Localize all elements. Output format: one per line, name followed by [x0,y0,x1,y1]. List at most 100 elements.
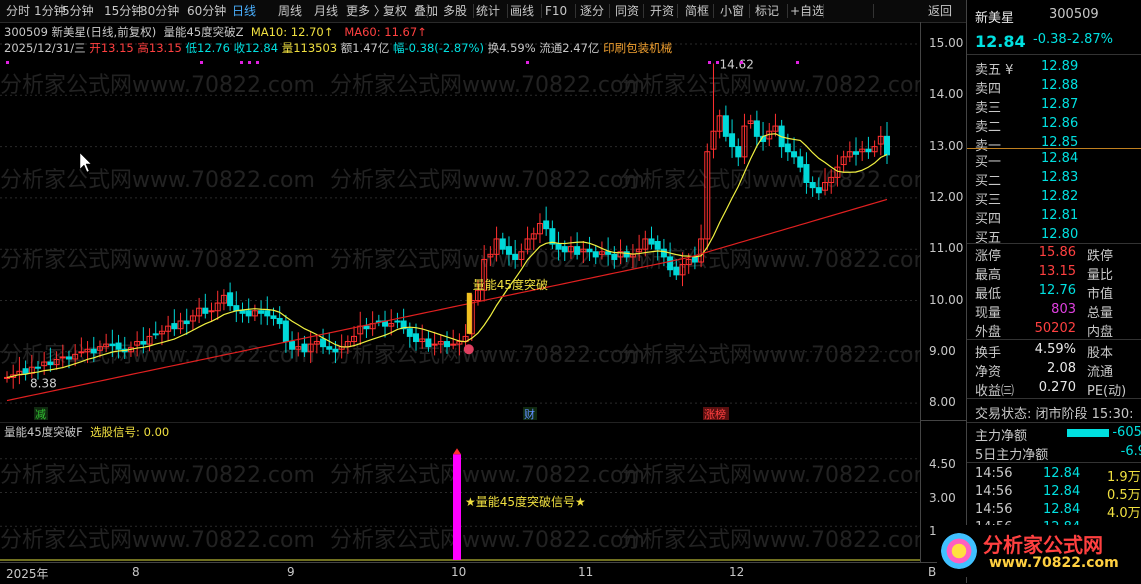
bid-row: 买一 12.84 [967,150,1141,170]
marker-dot [740,61,743,64]
toolbar-item[interactable]: 5分钟 [62,3,94,19]
toolbar-item[interactable]: 逐分 [580,3,604,19]
stat-label: 市值 [1087,287,1114,302]
candlestick-chart[interactable]: 分析家公式网www.70822.com 分析家公式网www.70822.com分析… [0,22,920,420]
ask-price: 12.88 [1041,78,1079,93]
stat-value: 13.15 [1038,264,1076,279]
candle-body [505,246,512,255]
toolbar-item[interactable]: 多股 [443,3,467,19]
price-tick-label: 10.00 [929,292,964,307]
toolbar-divider [643,4,644,18]
ma60-line [6,198,888,402]
candle-body [499,238,506,250]
watermark-text: 分析家公式网www.70822.com [330,73,645,98]
candle-body [394,320,401,323]
toolbar-item[interactable]: 更多 〉 [346,3,386,19]
stock-change-pct: -2.87% [1067,32,1113,47]
tick-time: 14:56 [975,484,1013,499]
bid-price: 12.80 [1041,227,1079,242]
toolbar-divider [575,4,576,18]
tick-row: 14:56 12.84 4.0万 [967,501,1141,521]
ask-label: 卖三 [975,101,1002,116]
toolbar-item[interactable]: 30分钟 [140,3,179,19]
candle-body [78,351,85,354]
bid-ask-divider [967,148,1141,149]
indicator-name[interactable]: 量能45度突破Z [164,25,244,39]
watermark-text: 分析家公式网www.70822.com [0,168,315,193]
toolbar-item[interactable]: 叠加 [414,3,438,19]
toolbar-item[interactable]: 1分钟 [34,3,66,19]
stat-label: 跌停 [1087,249,1114,264]
watermark-logo: 分析家公式网 www.70822.com [937,525,1141,577]
stat-label: 外盘 [975,325,1002,340]
candle-body [282,320,289,343]
stat-label: 涨停 [975,249,1002,264]
marker-dot [240,61,243,64]
toolbar-item[interactable]: 60分钟 [187,3,226,19]
watermark-text: 分析家公式网www.70822.com [330,463,645,488]
signal-indicator-chart[interactable]: 分析家公式网www.70822.com 分析家公式网www.70822.com分析… [0,422,920,562]
fund-bar [1067,429,1109,437]
candle-body [660,248,667,258]
candle-body [227,292,234,307]
watermark-text: 分析家公式网www.70822.com [620,343,920,368]
candle-body [65,356,72,360]
bid-label: 买四 [975,212,1002,227]
toolbar-divider [541,4,542,18]
date-tick-label: B [928,565,937,579]
toolbar-item[interactable]: 返回 [928,3,952,19]
candle-body [784,143,791,153]
candle-body [258,310,265,314]
ask-row: 卖五 ¥ 12.89 [967,58,1141,78]
fund-label[interactable]: 5日主力净额 [975,444,1048,463]
ask-label: 卖五 ¥ [975,63,1014,78]
tick-price: 12.84 [1043,466,1081,481]
event-tag-label: 涨榜 [704,407,726,420]
toolbar-item[interactable]: +自选 [790,3,824,19]
fund-label[interactable]: 主力净额 [975,425,1027,444]
toolbar-item[interactable]: 开资 [650,3,674,19]
toolbar-item[interactable]: 复权 [383,3,407,19]
toolbar-item[interactable]: 分时 [6,3,30,19]
toolbar-item[interactable]: 同资 [615,3,639,19]
toolbar-item[interactable]: F10 [545,3,567,19]
watermark-text: 分析家公式网www.70822.com [0,463,315,488]
toolbar-item[interactable]: 月线 [314,3,338,19]
candle-body [673,266,680,276]
candle-body [512,253,519,260]
candle-body [444,341,450,348]
toolbar-item[interactable]: 小窗 [720,3,744,19]
candle-body [592,251,599,258]
watermark-text: 分析家公式网www.70822.com [330,343,645,368]
fund-row: 主力净额 -605. [967,424,1141,444]
stat-row: 最高 13.15 量比 [967,263,1141,283]
toolbar-item[interactable]: 周线 [278,3,302,19]
candle-body [809,182,816,189]
stat-label: 换手 [975,346,1002,361]
tick-time: 14:56 [975,502,1013,517]
toolbar-item[interactable]: 统计 [476,3,500,19]
stock-price: 12.84 [975,32,1026,51]
stat-label: 流通 [1087,365,1114,380]
candle-body [561,246,568,253]
candle-body [853,151,860,155]
toolbar-item[interactable]: 15分钟 [104,3,143,19]
watermark-text: 分析家公式网www.70822.com [0,343,315,368]
stat-label: 最高 [975,268,1002,283]
toolbar-item[interactable]: 标记 [755,3,779,19]
divider [967,54,1141,55]
bar-float: 流通2.47亿 [539,41,600,55]
industry-tag[interactable]: 印刷包装机械 [603,41,672,55]
stock-name: 新美星 [975,11,1015,26]
toolbar-item[interactable]: 简框 [685,3,709,19]
stat-label: 最低 [975,287,1002,302]
stat-row: 外盘 50202 内盘 [967,320,1141,340]
toolbar-item[interactable]: 画线 [510,3,534,19]
chart-title: 300509 新美星(日线,前复权) [4,25,157,39]
sub-indicator-name[interactable]: 量能45度突破F [4,425,83,439]
toolbar-item[interactable]: 日线 [232,3,256,19]
fund-row: 5日主力净额 -6.9 [967,443,1141,463]
date-tick-label: 9 [287,565,295,579]
candle-body [59,356,66,359]
stat-value: 2.08 [1047,361,1076,376]
